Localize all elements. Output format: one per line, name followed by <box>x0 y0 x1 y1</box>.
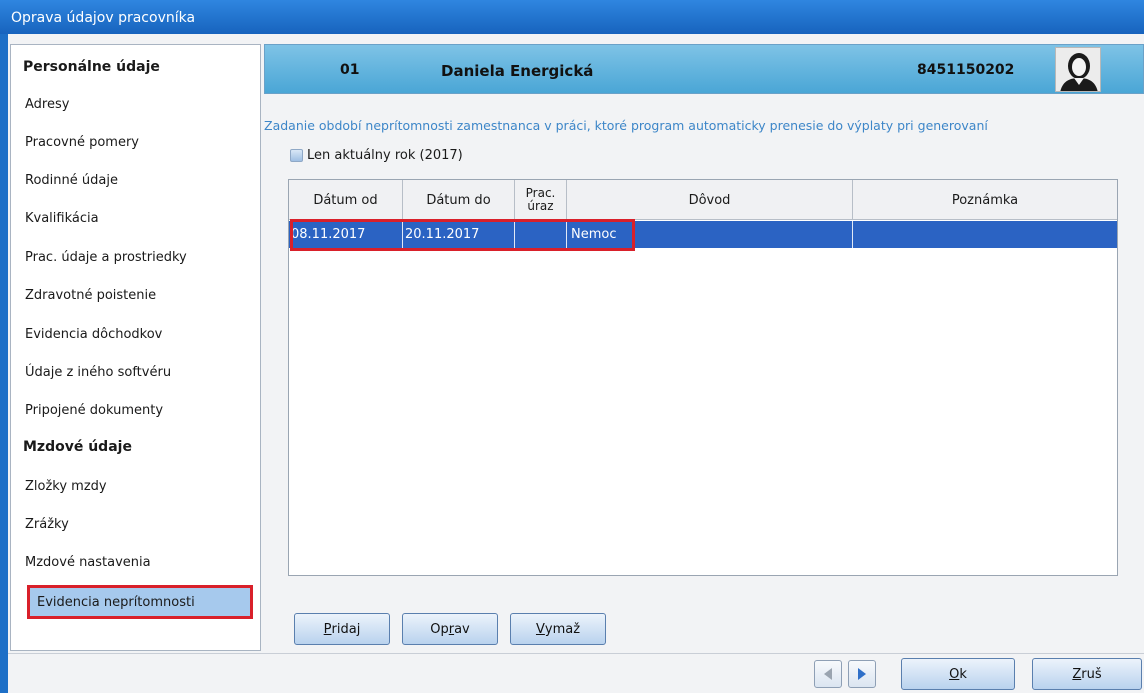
delete-button[interactable]: Vymaž <box>510 613 606 645</box>
arrow-right-icon <box>858 668 866 680</box>
cell-date-from[interactable]: 08.11.2017 <box>289 221 403 248</box>
absence-table[interactable]: Dátum od Dátum do Prac. úraz Dôvod Pozná… <box>288 179 1118 576</box>
table-row[interactable]: 08.11.2017 20.11.2017 Nemoc <box>289 221 1117 248</box>
delete-button-mnemonic: V <box>535 621 545 637</box>
dialog-footer: Ok Zruš <box>8 653 1144 693</box>
ok-button-mnemonic: O <box>949 666 960 682</box>
column-header-work-injury[interactable]: Prac. úraz <box>515 180 567 220</box>
current-year-filter[interactable]: Len aktuálny rok (2017) <box>290 148 463 163</box>
ok-button[interactable]: Ok <box>901 658 1015 690</box>
sidebar-item-mzdove-nastavenia[interactable]: Mzdové nastavenia <box>25 555 151 570</box>
person-silhouette-icon <box>1056 48 1100 91</box>
column-header-reason[interactable]: Dôvod <box>567 180 853 220</box>
sidebar-item-zrazky[interactable]: Zrážky <box>25 517 69 532</box>
arrow-left-icon <box>824 668 832 680</box>
sidebar-item-zlozky-mzdy[interactable]: Zložky mzdy <box>25 479 107 494</box>
edit-button-label-start: Op <box>430 621 449 637</box>
cancel-button[interactable]: Zruš <box>1032 658 1142 690</box>
column-header-note[interactable]: Poznámka <box>853 180 1117 220</box>
avatar <box>1055 47 1101 92</box>
table-header: Dátum od Dátum do Prac. úraz Dôvod Pozná… <box>289 180 1117 220</box>
next-record-button[interactable] <box>848 660 876 688</box>
edit-button-label-end: av <box>454 621 470 637</box>
employee-id: 8451150202 <box>917 62 1015 78</box>
sidebar-item-pracovne-pomery[interactable]: Pracovné pomery <box>25 135 139 150</box>
absence-panel: Zadanie období neprítomnosti zamestnanca… <box>264 96 1144 651</box>
cell-work-injury[interactable] <box>515 221 567 248</box>
sidebar-item-adresy[interactable]: Adresy <box>25 97 69 112</box>
sidebar-item-udaje-z-ineho-softveru[interactable]: Údaje z iného softvéru <box>25 365 171 380</box>
column-header-date-from[interactable]: Dátum od <box>289 180 403 220</box>
employee-header: 01 Daniela Energická 8451150202 <box>264 44 1144 94</box>
column-header-date-to[interactable]: Dátum do <box>403 180 515 220</box>
sidebar-item-rodinne-udaje[interactable]: Rodinné údaje <box>25 173 118 188</box>
section-wage-title: Mzdové údaje <box>23 439 132 455</box>
cancel-button-mnemonic: Z <box>1072 666 1082 682</box>
previous-record-button[interactable] <box>814 660 842 688</box>
ok-button-label: k <box>959 666 967 682</box>
cancel-button-label: ruš <box>1081 666 1102 682</box>
add-button-label: ridaj <box>331 621 361 637</box>
sidebar-item-prac-udaje[interactable]: Prac. údaje a prostriedky <box>25 250 187 265</box>
app-window: Oprava údajov pracovníka Personálne údaj… <box>0 0 1144 693</box>
window-client: Personálne údaje Adresy Pracovné pomery … <box>8 34 1144 693</box>
cell-reason[interactable]: Nemoc <box>567 221 853 248</box>
section-personal-title: Personálne údaje <box>23 59 160 75</box>
sidebar-item-evidencia-nepritomnosti[interactable]: Evidencia neprítomnosti <box>27 585 253 619</box>
employee-number: 01 <box>340 62 360 78</box>
cell-note[interactable] <box>853 221 1117 248</box>
info-text: Zadanie období neprítomnosti zamestnanca… <box>264 118 988 133</box>
current-year-label: Len aktuálny rok (2017) <box>307 148 463 163</box>
add-button-mnemonic: P <box>323 621 332 637</box>
sidebar-item-evidencia-dochodkov[interactable]: Evidencia dôchodkov <box>25 327 162 342</box>
window-title: Oprava údajov pracovníka <box>0 0 1144 34</box>
current-year-checkbox[interactable] <box>290 149 303 162</box>
sidebar-item-zdravotne-poistenie[interactable]: Zdravotné poistenie <box>25 288 156 303</box>
add-button[interactable]: Pridaj <box>294 613 390 645</box>
delete-button-label: ymaž <box>544 621 581 637</box>
sidebar-item-kvalifikacia[interactable]: Kvalifikácia <box>25 211 99 226</box>
edit-button[interactable]: Op r av <box>402 613 498 645</box>
sidebar: Personálne údaje Adresy Pracovné pomery … <box>10 44 261 651</box>
employee-name: Daniela Energická <box>441 62 594 80</box>
sidebar-item-pripojene-dokumenty[interactable]: Pripojené dokumenty <box>25 403 163 418</box>
cell-date-to[interactable]: 20.11.2017 <box>403 221 515 248</box>
